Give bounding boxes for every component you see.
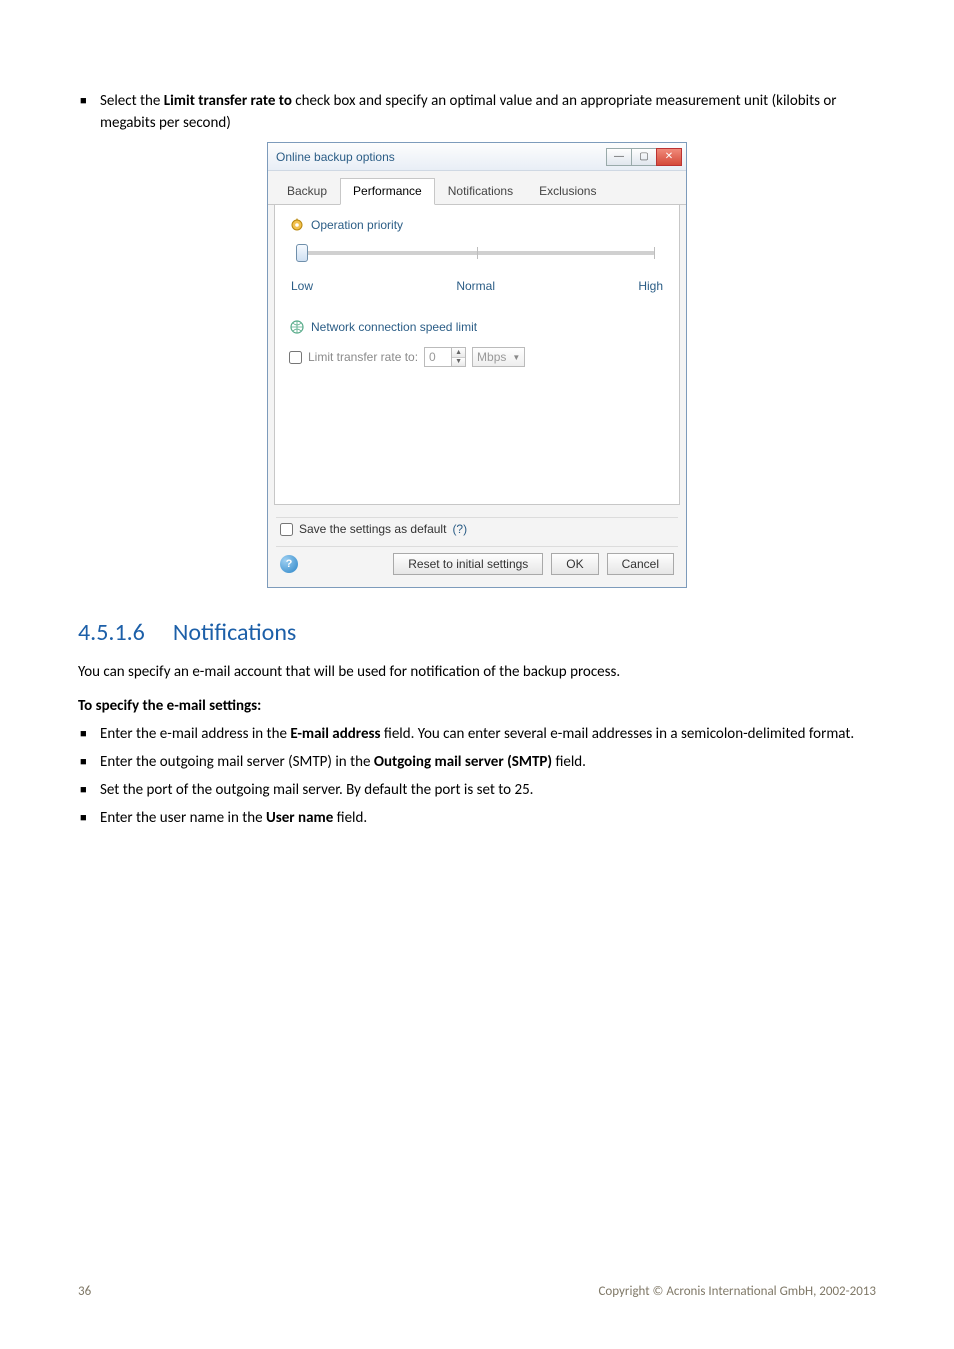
gear-icon bbox=[289, 217, 305, 233]
help-icon[interactable]: ? bbox=[280, 555, 298, 573]
button-group: Reset to initial settings OK Cancel bbox=[393, 553, 674, 575]
limit-transfer-value[interactable]: 0 ▲▼ bbox=[424, 347, 466, 367]
bullet-marker: ■ bbox=[78, 90, 100, 134]
intro-text: Select the Limit transfer rate to check … bbox=[100, 90, 876, 134]
save-default-label: Save the settings as default bbox=[299, 522, 446, 536]
window-buttons: — ▢ ✕ bbox=[607, 148, 682, 166]
slider-ticks bbox=[299, 247, 655, 259]
slider-thumb[interactable] bbox=[296, 244, 308, 262]
section-paragraph: You can specify an e-mail account that w… bbox=[78, 661, 876, 683]
reset-button[interactable]: Reset to initial settings bbox=[393, 553, 543, 575]
save-default-help-link[interactable]: (?) bbox=[452, 522, 467, 536]
spin-down-icon[interactable]: ▼ bbox=[452, 358, 465, 367]
chevron-down-icon: ▼ bbox=[512, 353, 520, 362]
network-icon bbox=[289, 319, 305, 335]
titlebar: Online backup options — ▢ ✕ bbox=[268, 143, 686, 171]
bullet-marker: ■ bbox=[78, 807, 100, 829]
spin-up-icon[interactable]: ▲ bbox=[452, 348, 465, 358]
slider-label-low: Low bbox=[291, 279, 313, 293]
page-number: 36 bbox=[78, 1284, 91, 1299]
button-row: ? Reset to initial settings OK Cancel bbox=[276, 546, 678, 579]
list-item: ■ Set the port of the outgoing mail serv… bbox=[78, 779, 876, 801]
tab-notifications[interactable]: Notifications bbox=[435, 178, 526, 205]
list-item: ■ Enter the user name in the User name f… bbox=[78, 807, 876, 829]
section-subhead: To specify the e-mail settings: bbox=[78, 697, 876, 715]
bullet-marker: ■ bbox=[78, 751, 100, 773]
tab-backup[interactable]: Backup bbox=[274, 178, 340, 205]
settings-bullets: ■ Enter the e-mail address in the E-mail… bbox=[78, 723, 876, 829]
slider-labels: Low Normal High bbox=[289, 279, 665, 293]
bullet-marker: ■ bbox=[78, 779, 100, 801]
slider-label-high: High bbox=[638, 279, 663, 293]
operation-priority-heading: Operation priority bbox=[289, 217, 665, 233]
maximize-button[interactable]: ▢ bbox=[631, 148, 657, 166]
limit-transfer-checkbox[interactable] bbox=[289, 351, 302, 364]
limit-value-input[interactable]: 0 bbox=[425, 348, 451, 366]
dialog-lower: Save the settings as default (?) ? Reset… bbox=[268, 513, 686, 587]
limit-unit-select[interactable]: Mbps ▼ bbox=[472, 347, 525, 367]
page-footer: 36 Copyright © Acronis International Gmb… bbox=[78, 1284, 876, 1299]
ok-button[interactable]: OK bbox=[551, 553, 598, 575]
tabs: Backup Performance Notifications Exclusi… bbox=[268, 171, 686, 205]
tab-body-performance: Operation priority Low Normal High Netwo… bbox=[274, 205, 680, 505]
tab-exclusions[interactable]: Exclusions bbox=[526, 178, 609, 205]
tab-performance[interactable]: Performance bbox=[340, 178, 435, 205]
save-default-checkbox[interactable] bbox=[280, 523, 293, 536]
bullet-marker: ■ bbox=[78, 723, 100, 745]
network-limit-heading: Network connection speed limit bbox=[289, 319, 665, 335]
limit-transfer-label: Limit transfer rate to: bbox=[308, 350, 418, 364]
dialog-wrap: Online backup options — ▢ ✕ Backup Perfo… bbox=[78, 142, 876, 588]
cancel-button[interactable]: Cancel bbox=[607, 553, 674, 575]
save-default-row: Save the settings as default (?) bbox=[276, 517, 678, 546]
online-backup-options-dialog: Online backup options — ▢ ✕ Backup Perfo… bbox=[267, 142, 687, 588]
limit-transfer-row: Limit transfer rate to: 0 ▲▼ Mbps ▼ bbox=[289, 347, 665, 367]
slider-label-normal: Normal bbox=[456, 279, 495, 293]
minimize-button[interactable]: — bbox=[606, 148, 632, 166]
spinner[interactable]: ▲▼ bbox=[451, 348, 465, 366]
list-item: ■ Enter the e-mail address in the E-mail… bbox=[78, 723, 876, 745]
copyright: Copyright © Acronis International GmbH, … bbox=[598, 1284, 876, 1299]
list-item: ■ Enter the outgoing mail server (SMTP) … bbox=[78, 751, 876, 773]
intro-bullet: ■ Select the Limit transfer rate to chec… bbox=[78, 90, 876, 134]
priority-slider[interactable] bbox=[291, 243, 663, 277]
close-button[interactable]: ✕ bbox=[656, 148, 682, 166]
section-heading: 4.5.1.6Notifications bbox=[78, 618, 876, 647]
dialog-title: Online backup options bbox=[276, 150, 395, 164]
